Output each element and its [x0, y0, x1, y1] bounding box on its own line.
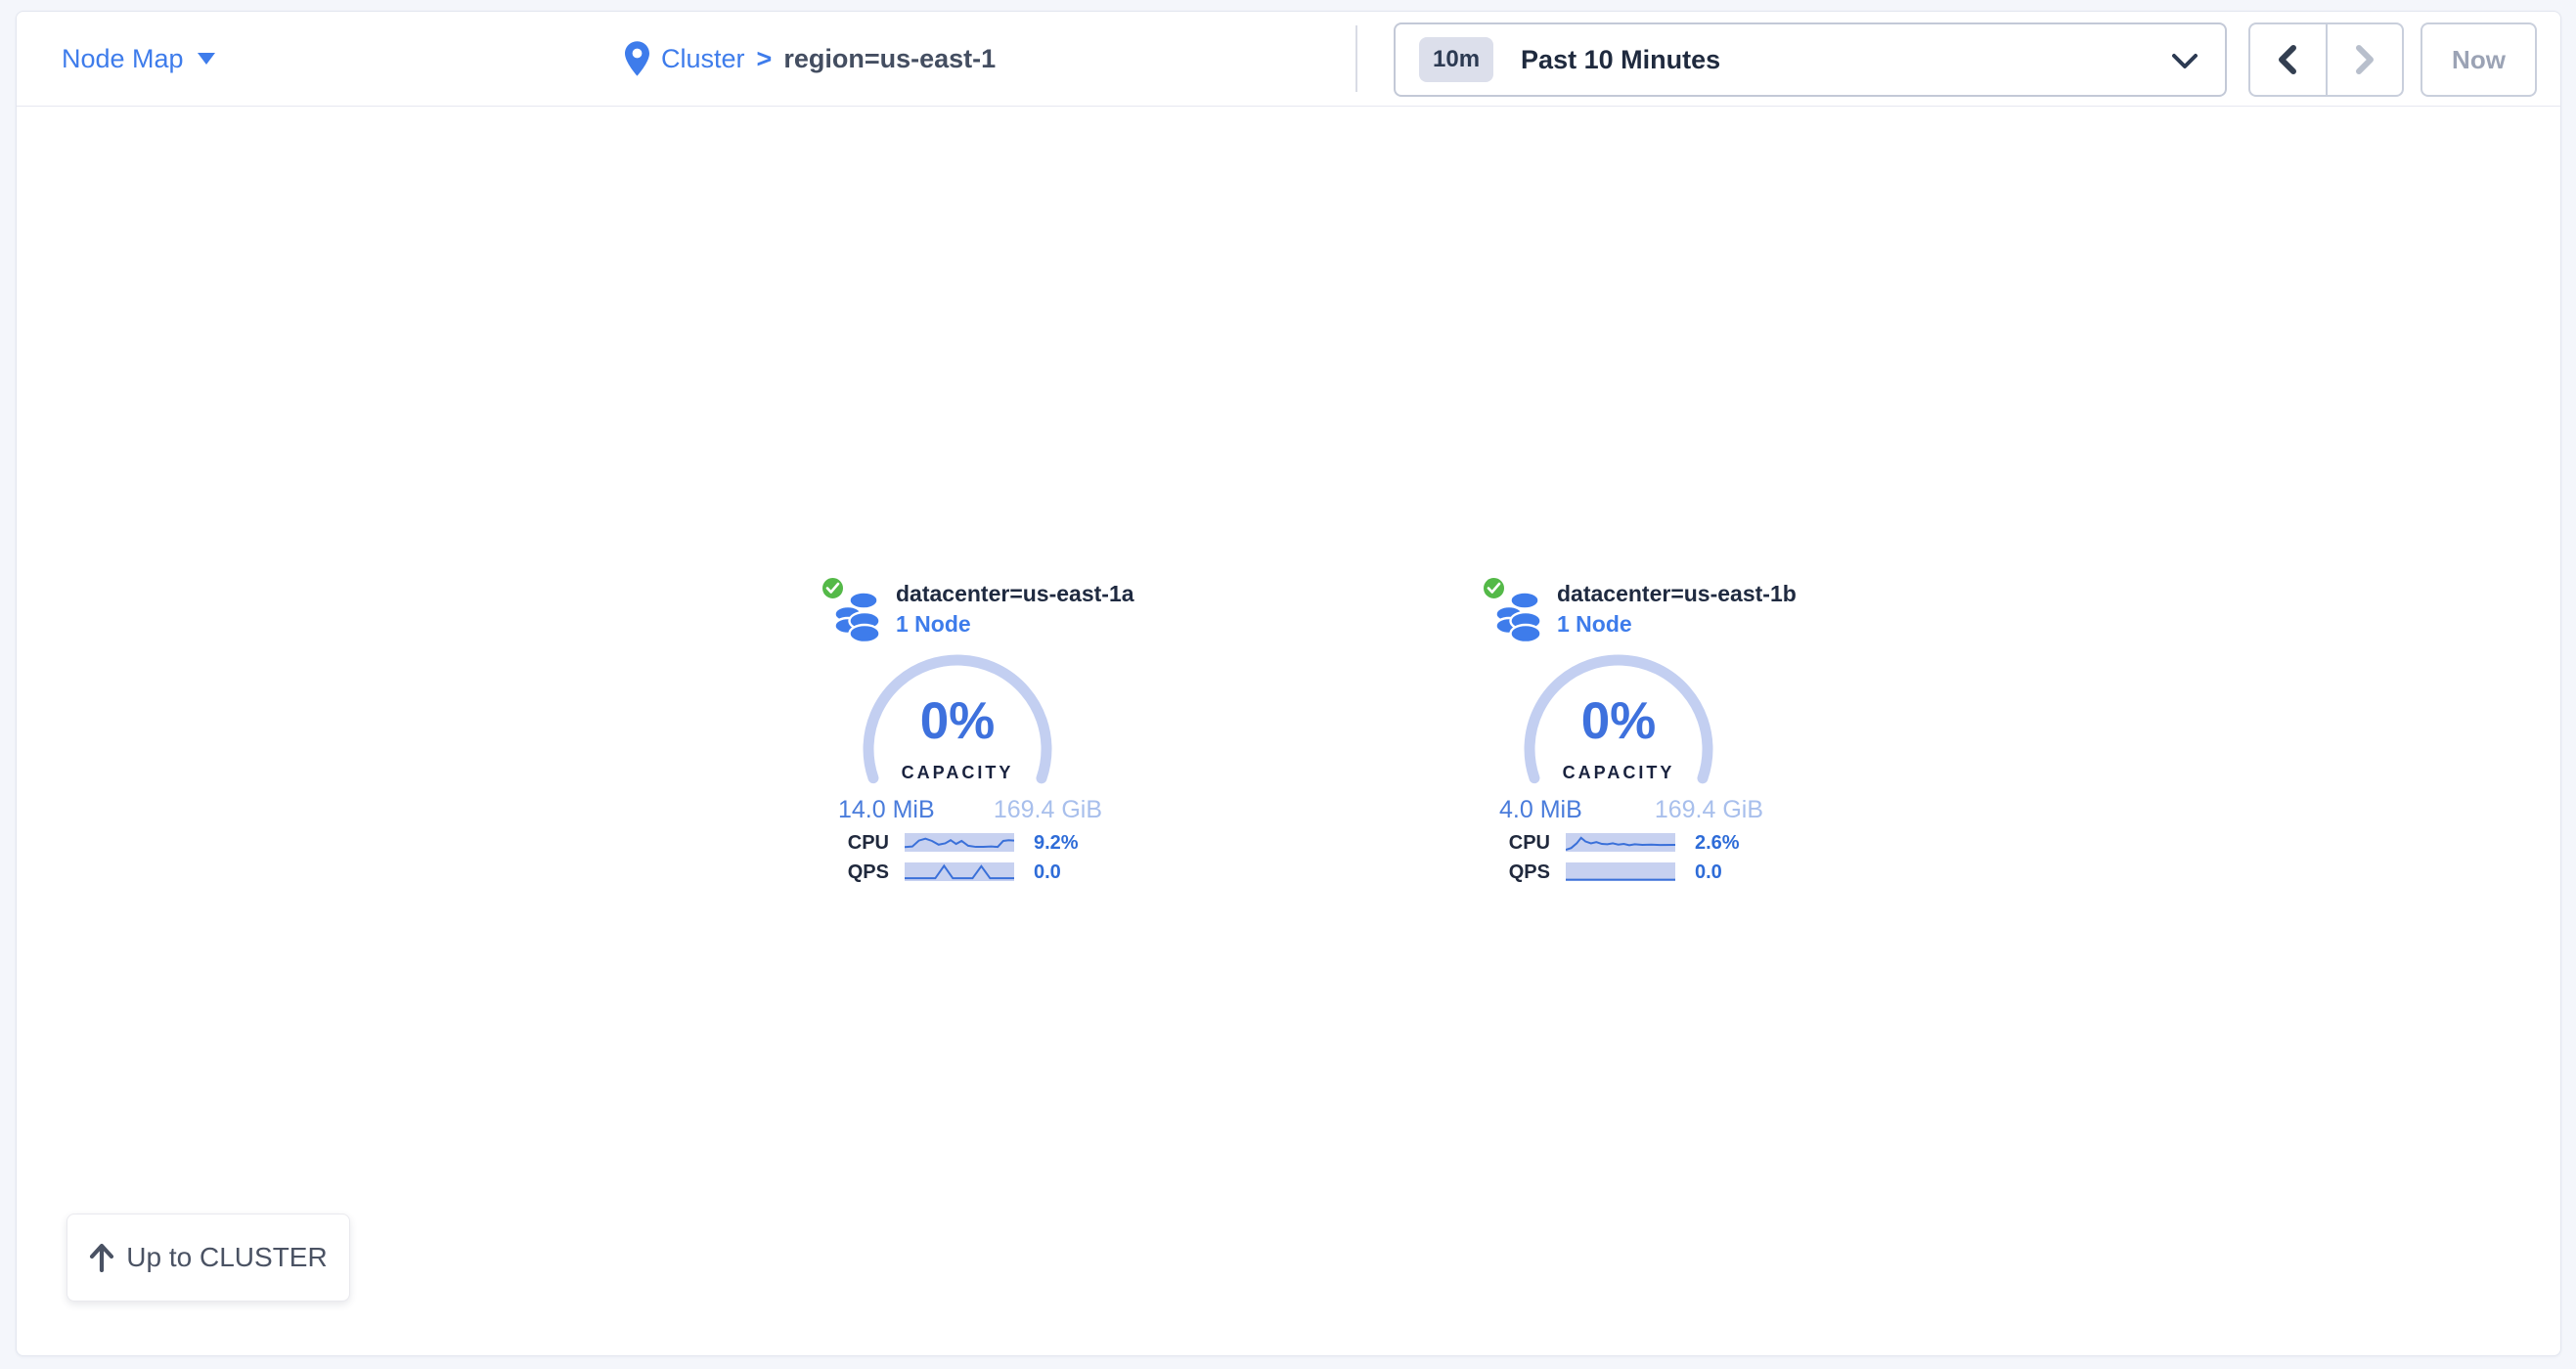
time-prev-button[interactable]: [2250, 24, 2328, 95]
datacenter-node-count[interactable]: 1 Node: [1557, 609, 1797, 640]
metric-value: 0.0: [1034, 861, 1061, 884]
capacity-label: CAPACITY: [855, 763, 1060, 783]
chevron-right-icon: [2353, 44, 2376, 75]
toolbar: Node Map Cluster > region=us-east-1 10m …: [17, 12, 2560, 107]
capacity-percent: 0%: [855, 691, 1060, 751]
metric-label: QPS: [1482, 861, 1550, 884]
healthy-check-icon: [1482, 576, 1506, 600]
qps-sparkline: [905, 862, 1014, 881]
metric-value: 0.0: [1695, 861, 1722, 884]
qps-sparkline: [1566, 862, 1675, 881]
capacity-used: 14.0 MiB: [838, 796, 935, 824]
caret-down-icon: [198, 53, 215, 65]
now-button[interactable]: Now: [2421, 22, 2537, 97]
up-to-cluster-label: Up to CLUSTER: [126, 1242, 327, 1273]
toolbar-divider: [1355, 25, 1357, 92]
time-range-label: Past 10 Minutes: [1521, 45, 1720, 75]
datacenter-title: datacenter=us-east-1a: [896, 579, 1134, 609]
datacenter-header: datacenter=us-east-1a 1 Node: [896, 579, 1134, 640]
datacenter-widget-us-east-1b[interactable]: datacenter=us-east-1b 1 Node 0% CAPACITY…: [1482, 573, 1775, 902]
datacenter-title: datacenter=us-east-1b: [1557, 579, 1797, 609]
capacity-values: 4.0 MiB 169.4 GiB: [1499, 796, 1763, 824]
time-nav-group: [2248, 22, 2404, 97]
breadcrumb-current: region=us-east-1: [783, 44, 996, 74]
metric-row-qps: QPS 0.0: [1482, 861, 1775, 881]
capacity-total: 169.4 GiB: [1655, 796, 1763, 824]
datacenter-header: datacenter=us-east-1b 1 Node: [1557, 579, 1797, 640]
metric-value: 9.2%: [1034, 832, 1079, 855]
up-to-cluster-button[interactable]: Up to CLUSTER: [67, 1214, 350, 1302]
metric-label: CPU: [1482, 832, 1550, 855]
datacenter-widget-us-east-1a[interactable]: datacenter=us-east-1a 1 Node 0% CAPACITY…: [821, 573, 1114, 902]
capacity-label: CAPACITY: [1516, 763, 1721, 783]
metric-row-qps: QPS 0.0: [821, 861, 1114, 881]
time-range-badge: 10m: [1419, 37, 1493, 82]
chevron-down-icon: [2170, 52, 2199, 76]
breadcrumb: Cluster > region=us-east-1: [625, 12, 996, 106]
arrow-up-icon: [89, 1243, 114, 1272]
metric-value: 2.6%: [1695, 832, 1740, 855]
datacenter-node-count[interactable]: 1 Node: [896, 609, 1134, 640]
breadcrumb-cluster-link[interactable]: Cluster: [661, 44, 745, 74]
view-selector-dropdown[interactable]: Node Map: [62, 12, 215, 106]
now-button-label: Now: [2452, 45, 2506, 75]
metric-row-cpu: CPU 2.6%: [1482, 832, 1775, 852]
metric-label: QPS: [821, 861, 889, 884]
database-stack-icon: [1494, 589, 1543, 650]
healthy-check-icon: [821, 576, 845, 600]
database-stack-icon: [833, 589, 882, 650]
node-map-panel: Node Map Cluster > region=us-east-1 10m …: [16, 11, 2561, 1356]
metric-row-cpu: CPU 9.2%: [821, 832, 1114, 852]
capacity-total: 169.4 GiB: [994, 796, 1102, 824]
cpu-sparkline: [1566, 833, 1675, 852]
capacity-values: 14.0 MiB 169.4 GiB: [838, 796, 1102, 824]
time-range-select[interactable]: 10m Past 10 Minutes: [1394, 22, 2227, 97]
capacity-used: 4.0 MiB: [1499, 796, 1582, 824]
capacity-percent: 0%: [1516, 691, 1721, 751]
view-selector-label: Node Map: [62, 44, 184, 74]
cpu-sparkline: [905, 833, 1014, 852]
location-pin-icon: [625, 41, 649, 76]
metric-label: CPU: [821, 832, 889, 855]
breadcrumb-separator: >: [757, 44, 773, 74]
chevron-left-icon: [2276, 44, 2299, 75]
time-next-button[interactable]: [2328, 24, 2403, 95]
